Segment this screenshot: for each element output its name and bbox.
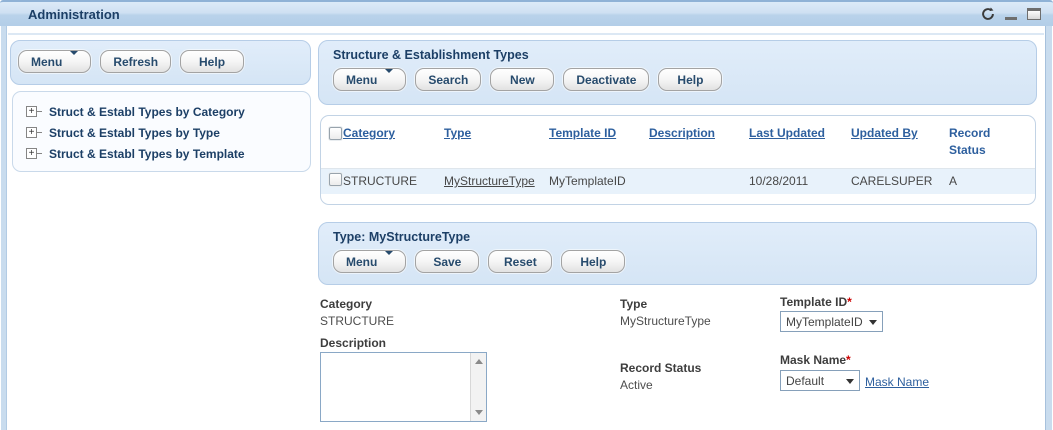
maximize-icon[interactable] — [1027, 8, 1041, 20]
type-value: MyStructureType — [620, 314, 711, 328]
required-marker: * — [847, 295, 852, 309]
column-header-record-status[interactable]: Record Status — [949, 125, 999, 159]
column-header-template-id[interactable]: Template ID — [549, 125, 649, 159]
save-button[interactable]: Save — [415, 250, 479, 273]
tree-dash — [37, 132, 42, 133]
search-button[interactable]: Search — [415, 68, 481, 91]
left-menu-button[interactable]: Menu — [18, 50, 91, 73]
textarea-scrollbar[interactable] — [470, 353, 486, 421]
expand-plus-icon[interactable]: + — [26, 127, 37, 138]
record-status-label: Record Status — [620, 361, 701, 375]
column-header-type[interactable]: Type — [444, 125, 549, 159]
tree-item-by-template[interactable]: + Struct & Establ Types by Template — [26, 143, 310, 164]
tree-dash — [37, 111, 42, 112]
expand-plus-icon[interactable]: + — [26, 148, 37, 159]
tree-dash — [37, 153, 42, 154]
tree-item-label[interactable]: Struct & Establ Types by Template — [49, 147, 245, 161]
description-textarea[interactable] — [320, 352, 487, 422]
table-row[interactable]: STRUCTURE MyStructureType MyTemplateID 1… — [321, 168, 1035, 194]
menu-dropdown-icon — [70, 55, 78, 69]
category-value: STRUCTURE — [320, 314, 394, 328]
column-header-description[interactable]: Description — [649, 125, 749, 159]
type-label: Type — [620, 297, 647, 311]
table-header-row: Category Type Template ID Description La… — [321, 125, 1035, 159]
category-label: Category — [320, 297, 372, 311]
list-help-button[interactable]: Help — [658, 68, 722, 91]
list-toolbar-panel: Structure & Establishment Types Menu Sea… — [318, 40, 1037, 105]
description-label: Description — [320, 336, 386, 350]
column-header-updated-by[interactable]: Updated By — [851, 125, 949, 159]
record-status-value: Active — [620, 378, 653, 392]
new-button[interactable]: New — [490, 68, 554, 91]
navigation-tree: + Struct & Establ Types by Category + St… — [12, 91, 311, 172]
row-checkbox[interactable] — [329, 173, 342, 186]
cell-updated-by: CARELSUPER — [851, 169, 949, 194]
required-marker: * — [846, 353, 851, 367]
left-help-button[interactable]: Help — [180, 50, 244, 73]
tree-item-by-type[interactable]: + Struct & Establ Types by Type — [26, 122, 310, 143]
template-id-label: Template ID* — [780, 295, 852, 309]
detail-menu-button-label: Menu — [346, 255, 377, 269]
template-id-select-value: MyTemplateID — [786, 315, 863, 329]
menu-dropdown-icon — [385, 73, 393, 87]
cell-record-status: A — [949, 169, 1027, 194]
refresh-window-icon[interactable] — [981, 7, 995, 26]
administration-window: Administration Menu Refresh Hel — [0, 0, 1053, 430]
cell-category: STRUCTURE — [343, 169, 444, 194]
list-menu-button-label: Menu — [346, 73, 377, 87]
reset-button[interactable]: Reset — [488, 250, 552, 273]
detail-toolbar-panel: Type: MyStructureType Menu Save Reset He… — [318, 222, 1037, 285]
left-menu-button-label: Menu — [31, 55, 62, 69]
window-title: Administration — [28, 7, 120, 22]
tree-item-label[interactable]: Struct & Establ Types by Category — [49, 105, 245, 119]
window-right-border — [1045, 26, 1052, 430]
mask-name-link[interactable]: Mask Name — [865, 375, 929, 389]
tree-item-by-category[interactable]: + Struct & Establ Types by Category — [26, 101, 310, 122]
refresh-button[interactable]: Refresh — [100, 50, 171, 73]
scroll-up-icon[interactable] — [475, 359, 483, 364]
detail-panel-title: Type: MyStructureType — [333, 230, 1036, 244]
scroll-down-icon[interactable] — [475, 410, 483, 415]
menu-dropdown-icon — [385, 255, 393, 269]
mask-name-select-value: Default — [786, 374, 824, 388]
tree-item-label[interactable]: Struct & Establ Types by Type — [49, 126, 220, 140]
detail-help-button[interactable]: Help — [561, 250, 625, 273]
cell-last-updated: 10/28/2011 — [749, 169, 851, 194]
mask-name-select[interactable]: Default — [780, 370, 860, 391]
window-left-border — [1, 26, 7, 430]
minimize-icon[interactable] — [1005, 17, 1017, 20]
column-header-category[interactable]: Category — [343, 125, 444, 159]
left-toolbar-panel: Menu Refresh Help — [10, 40, 311, 85]
cell-template-id: MyTemplateID — [549, 169, 649, 194]
template-id-select[interactable]: MyTemplateID — [780, 311, 883, 332]
deactivate-button[interactable]: Deactivate — [563, 68, 649, 91]
select-all-checkbox[interactable] — [329, 127, 342, 140]
expand-plus-icon[interactable]: + — [26, 106, 37, 117]
list-menu-button[interactable]: Menu — [333, 68, 406, 91]
detail-menu-button[interactable]: Menu — [333, 250, 406, 273]
mask-name-label: Mask Name* — [780, 353, 851, 367]
column-header-last-updated[interactable]: Last Updated — [749, 125, 851, 159]
window-controls — [981, 5, 1041, 26]
content-top-divider — [8, 33, 1044, 35]
titlebar: Administration — [0, 0, 1053, 26]
cell-type-link[interactable]: MyStructureType — [444, 169, 549, 194]
list-panel-title: Structure & Establishment Types — [333, 48, 1036, 62]
results-table: Category Type Template ID Description La… — [320, 115, 1036, 205]
